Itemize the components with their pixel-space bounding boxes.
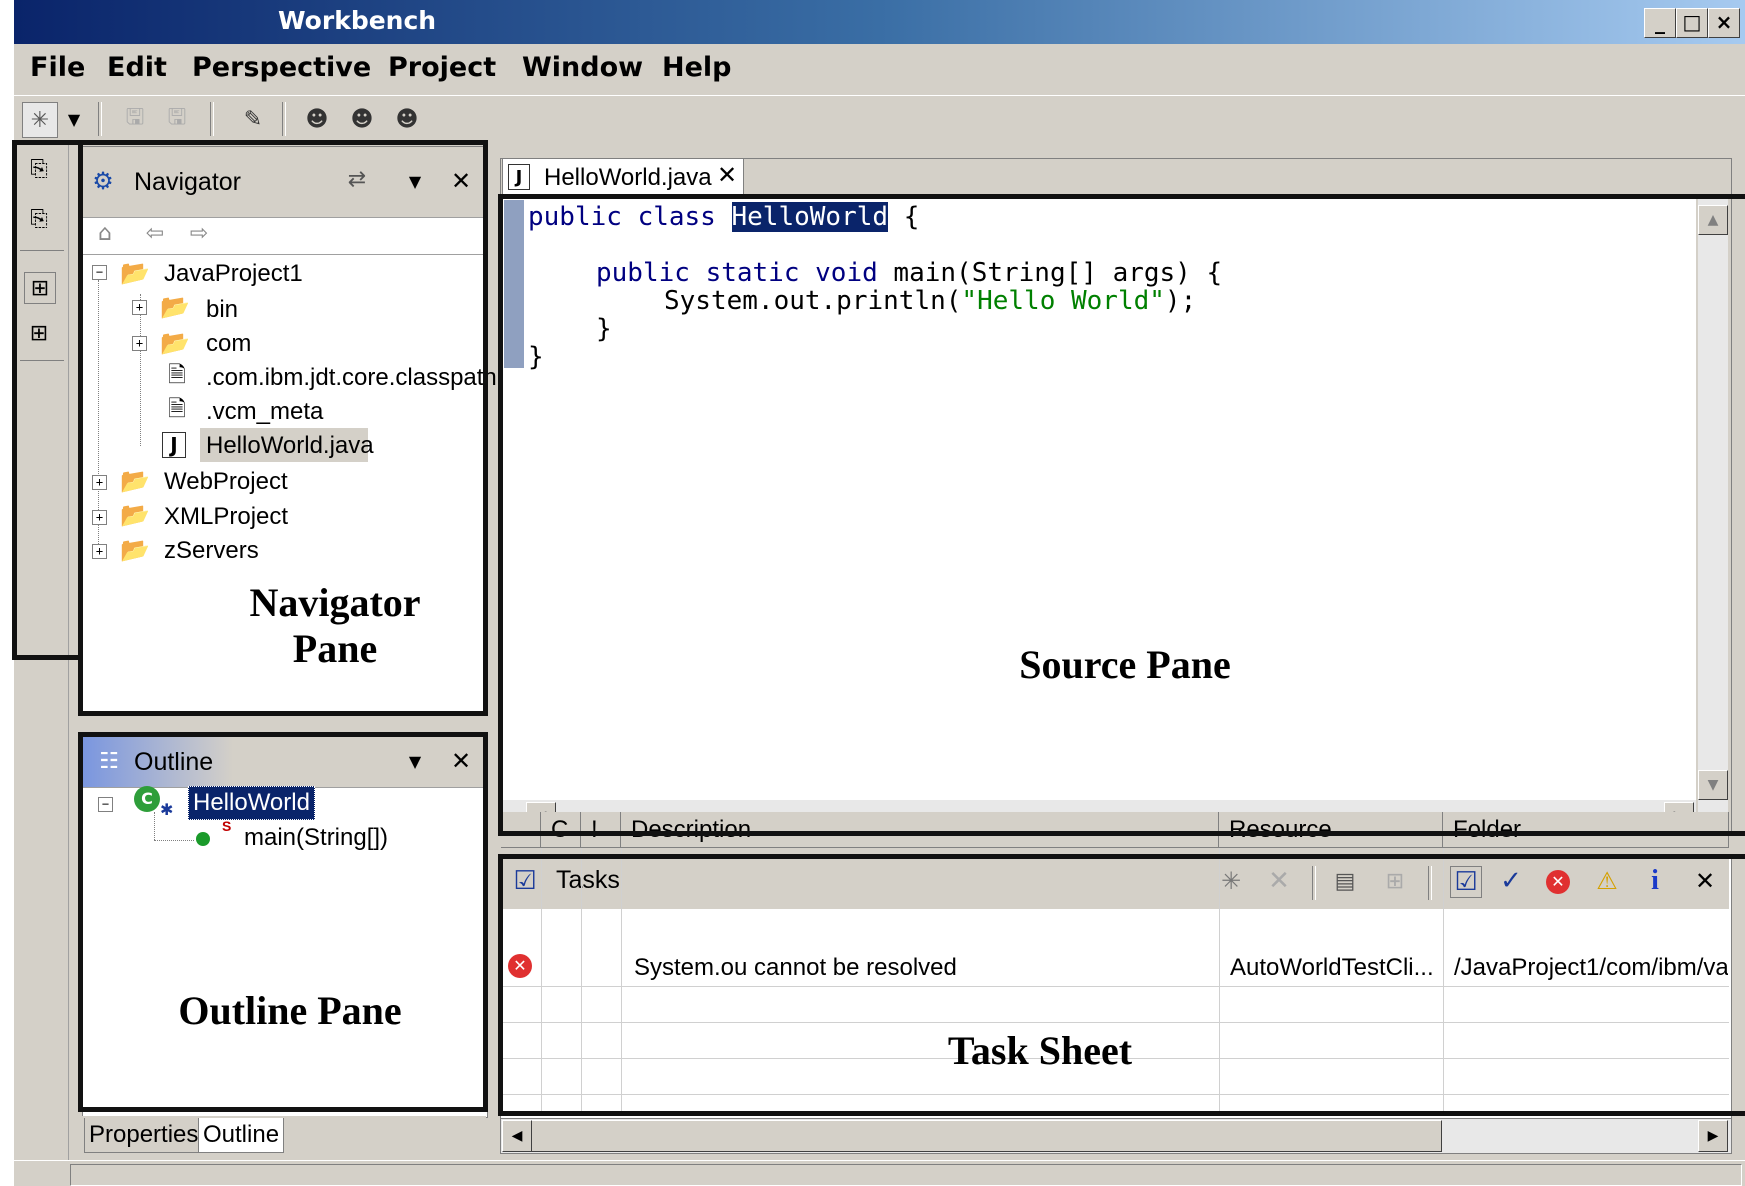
window-title: Workbench	[278, 6, 437, 35]
annotation-box-outline	[78, 732, 488, 1112]
debug-icon[interactable]: ☻	[345, 102, 379, 136]
outline-pane-label: Outline Pane	[178, 988, 402, 1033]
status-field	[70, 1164, 1742, 1186]
scroll-left-icon[interactable]: ◀	[502, 1120, 532, 1152]
edit-icon[interactable]: ✎	[236, 102, 270, 136]
scroll-right-icon[interactable]: ▶	[1698, 1120, 1728, 1152]
menu-perspective[interactable]: Perspective	[192, 52, 371, 83]
task-sheet-label: Task Sheet	[947, 1028, 1133, 1073]
close-button[interactable]: ×	[1708, 8, 1740, 38]
source-pane-label: Source Pane	[1019, 642, 1231, 687]
java-file-icon: J	[508, 164, 530, 190]
toolbar-divider	[14, 95, 1745, 96]
toolbar-separator	[98, 102, 102, 136]
toolbar-separator	[210, 102, 214, 136]
menu-window[interactable]: Window	[522, 52, 643, 83]
tab-properties[interactable]: Properties	[84, 1118, 204, 1153]
run-icon[interactable]: ☻	[300, 102, 334, 136]
maximize-button[interactable]: □	[1676, 8, 1708, 38]
toolbar-separator	[282, 102, 286, 136]
menu-file[interactable]: File	[30, 52, 85, 83]
minimize-button[interactable]: _	[1644, 8, 1676, 38]
editor-tab-label: HelloWorld.java	[544, 164, 712, 191]
save-icon[interactable]: 🖫	[118, 102, 152, 136]
title-bar[interactable]	[14, 0, 1745, 44]
annotation-box-shortcut	[12, 140, 82, 660]
scroll-thumb[interactable]	[502, 1120, 1442, 1152]
menu-project[interactable]: Project	[388, 52, 496, 83]
chevron-down-icon[interactable]: ▼	[62, 102, 86, 136]
new-wizard-icon[interactable]: ✳	[22, 102, 58, 138]
annotation-box-tasks	[498, 854, 1745, 1116]
profile-icon[interactable]: ☻	[390, 102, 424, 136]
annotation-box-source	[498, 194, 1745, 836]
tab-outline[interactable]: Outline	[198, 1118, 285, 1153]
navigator-pane-label: Navigator Pane	[249, 580, 421, 671]
menu-edit[interactable]: Edit	[107, 52, 167, 83]
menu-help[interactable]: Help	[662, 52, 732, 83]
save-all-icon[interactable]: 🖫	[160, 102, 194, 136]
close-tab-icon[interactable]: ✕	[712, 160, 742, 190]
